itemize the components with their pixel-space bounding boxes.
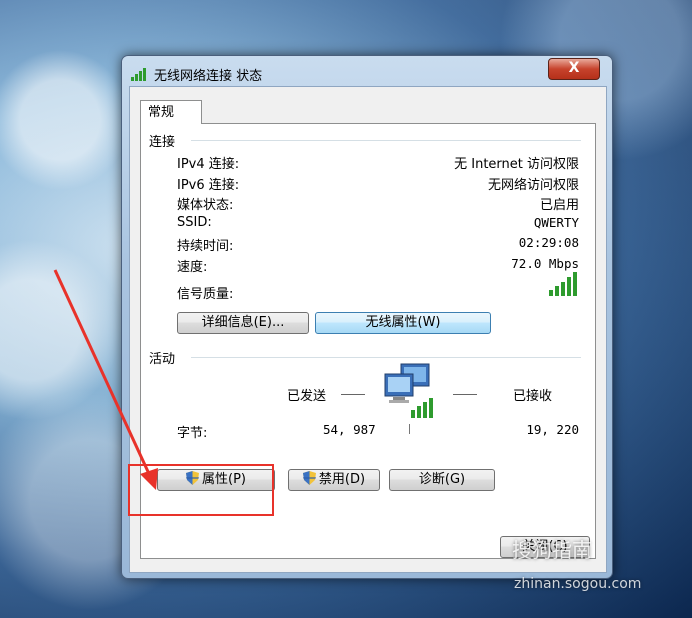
tab-general[interactable]: 常规 [140,100,202,124]
watermark-url: zhinan.sogou.com [514,576,642,592]
red-arrow-icon [53,269,158,490]
watermark-brand: 搜狗指南 [512,538,592,562]
